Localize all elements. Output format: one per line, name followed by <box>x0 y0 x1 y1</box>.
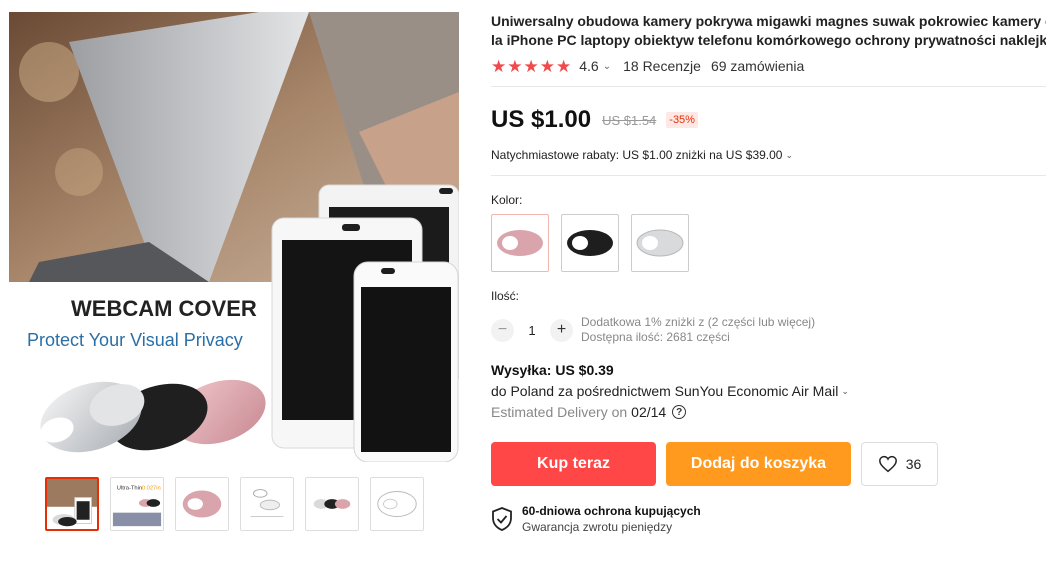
quantity-stepper: − 1 + Dodatkowa 1% zniżki z (2 części lu… <box>491 312 1046 348</box>
product-title-line-2: la iPhone PC laptopy obiektyw telefonu k… <box>491 32 1046 48</box>
svg-text:Ultra-Thin: Ultra-Thin <box>117 486 142 492</box>
protection-subtitle: Gwarancja zwrotu pieniędzy <box>522 520 673 534</box>
product-photo: WEBCAM COVER Protect Your Visual Privacy <box>9 12 459 462</box>
image-headline: WEBCAM COVER <box>71 296 257 321</box>
star-icon: ★ <box>556 56 572 76</box>
wishlist-button[interactable]: 36 <box>861 442 938 486</box>
chevron-down-icon[interactable]: ⌄ <box>841 386 849 397</box>
chevron-down-icon[interactable]: ⌄ <box>603 61 611 72</box>
buy-now-button[interactable]: Kup teraz <box>491 442 656 486</box>
protection-text: 60-dniowa ochrona kupujących Gwarancja z… <box>522 504 701 534</box>
thumbnail-3[interactable] <box>175 477 229 531</box>
orders-count: 69 zamówienia <box>710 58 805 74</box>
original-price: US $1.54 <box>602 112 657 128</box>
bulk-discount-note: Dodatkowa 1% zniżki z (2 części lub więc… <box>581 315 816 329</box>
product-title-line-1: Uniwersalny obudowa kamery pokrywa migaw… <box>491 13 1046 29</box>
delivery-label: Estimated Delivery on <box>491 404 628 420</box>
product-title: Uniwersalny obudowa kamery pokrywa migaw… <box>491 12 1046 50</box>
chevron-down-icon[interactable]: ⌄ <box>785 150 793 161</box>
main-product-image[interactable]: WEBCAM COVER Protect Your Visual Privacy <box>9 12 459 462</box>
buyer-protection: 60-dniowa ochrona kupujących Gwarancja z… <box>491 504 1046 534</box>
price-row: US $1.00 US $1.54 -35% <box>491 103 1046 137</box>
thumbnail-5[interactable] <box>305 477 359 531</box>
shield-check-icon <box>492 507 512 531</box>
stock-note: Dostępna ilość: 2681 części <box>581 330 730 344</box>
thumbnail-1[interactable] <box>45 477 99 531</box>
swatch-black[interactable] <box>561 214 619 272</box>
thumbnail-4[interactable] <box>240 477 294 531</box>
thumbnail-6[interactable] <box>370 477 424 531</box>
discount-badge: -35% <box>666 112 698 128</box>
product-info: Uniwersalny obudowa kamery pokrywa migaw… <box>491 12 1046 534</box>
estimated-delivery: Estimated Delivery on 02/14 ? <box>491 404 1046 420</box>
color-swatches <box>491 214 1046 272</box>
star-icon: ★ <box>507 56 523 76</box>
divider <box>491 86 1046 87</box>
wishlist-count: 36 <box>905 456 922 472</box>
swatch-rose-gold[interactable] <box>491 214 549 272</box>
star-icon: ★ <box>523 56 539 76</box>
color-label: Kolor: <box>491 193 523 207</box>
question-icon[interactable]: ? <box>672 405 687 419</box>
rating-value[interactable]: 4.6 <box>579 58 598 74</box>
action-buttons: Kup teraz Dodaj do koszyka 36 <box>491 442 1046 486</box>
reviews-link[interactable]: 18 Recenzje <box>623 58 701 74</box>
rebate-text: Natychmiastowe rabaty: US $1.00 zniżki n… <box>491 148 783 162</box>
quantity-notes: Dodatkowa 1% zniżki z (2 części lub więc… <box>581 315 815 345</box>
svg-text:0.027in: 0.027in <box>142 486 161 492</box>
shipping-cost: Wysyłka: US $0.39 <box>491 362 614 378</box>
rating-row: ★ ★ ★ ★ ★ 4.6 ⌄ 18 Recenzje 69 zamówieni… <box>491 53 1046 79</box>
divider <box>491 175 1046 176</box>
image-tagline: Protect Your Visual Privacy <box>27 330 243 350</box>
thumbnail-2[interactable]: Ultra-Thin 0.027in <box>110 477 164 531</box>
star-icon: ★ <box>491 56 507 76</box>
delivery-date: 02/14 <box>631 404 667 420</box>
decrease-quantity-button[interactable]: − <box>491 318 514 342</box>
add-to-cart-button[interactable]: Dodaj do koszyka <box>666 442 851 486</box>
rating-stars: ★ ★ ★ ★ ★ <box>491 58 571 75</box>
protection-title: 60-dniowa ochrona kupujących <box>522 504 701 518</box>
star-icon: ★ <box>539 56 555 76</box>
shipping-method[interactable]: do Poland za pośrednictwem SunYou Econom… <box>491 383 1046 399</box>
quantity-value[interactable]: 1 <box>514 323 550 338</box>
increase-quantity-button[interactable]: + <box>550 318 573 342</box>
heart-icon <box>878 455 897 473</box>
swatch-silver[interactable] <box>631 214 689 272</box>
current-price: US $1.00 <box>491 106 592 133</box>
thumbnail-strip: Ultra-Thin 0.027in <box>45 477 424 531</box>
shipping-method-text: do Poland za pośrednictwem SunYou Econom… <box>491 383 839 399</box>
quantity-label: Ilość: <box>491 289 520 303</box>
instant-rebate[interactable]: Natychmiastowe rabaty: US $1.00 zniżki n… <box>491 146 1046 164</box>
